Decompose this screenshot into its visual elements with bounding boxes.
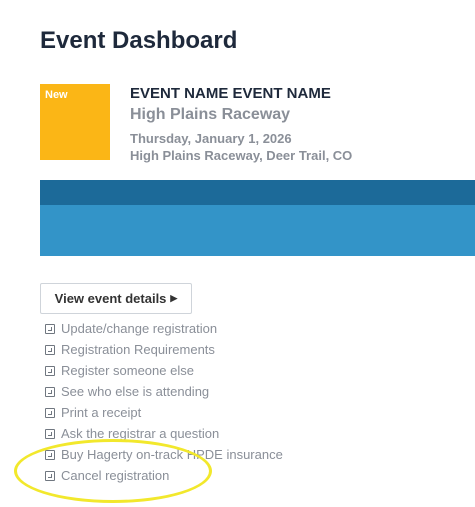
banner-top-stripe <box>40 180 475 205</box>
event-info: EVENT NAME EVENT NAME High Plains Racewa… <box>130 85 475 164</box>
external-link-icon <box>45 344 55 355</box>
caret-right-icon: ▶ <box>170 293 178 303</box>
link-label: Register someone else <box>61 363 194 378</box>
link-registration-requirements[interactable]: Registration Requirements <box>45 339 283 360</box>
link-label: Print a receipt <box>61 405 142 420</box>
external-link-icon <box>45 449 55 460</box>
link-ask-registrar[interactable]: Ask the registrar a question <box>45 423 283 444</box>
page-title: Event Dashboard <box>40 27 238 54</box>
new-badge: New <box>45 89 68 101</box>
link-label: Ask the registrar a question <box>61 426 220 441</box>
event-banner <box>40 180 475 256</box>
external-link-icon <box>45 386 55 397</box>
external-link-icon <box>45 428 55 439</box>
link-label: See who else is attending <box>61 384 210 399</box>
link-buy-insurance[interactable]: Buy Hagerty on-track HPDE insurance <box>45 444 283 465</box>
external-link-icon <box>45 365 55 376</box>
link-cancel-registration[interactable]: Cancel registration <box>45 465 283 486</box>
external-link-icon <box>45 407 55 418</box>
link-label: Cancel registration <box>61 468 170 483</box>
view-event-details-label: View event details <box>54 291 167 306</box>
event-date: Thursday, January 1, 2026 <box>130 131 292 146</box>
event-card: New EVENT NAME EVENT NAME High Plains Ra… <box>40 84 475 163</box>
link-label: Registration Requirements <box>61 342 215 357</box>
event-location: High Plains Raceway, Deer Trail, CO <box>130 148 353 163</box>
link-see-attendees[interactable]: See who else is attending <box>45 381 283 402</box>
event-name: EVENT NAME EVENT NAME <box>130 85 331 102</box>
event-venue: High Plains Raceway <box>130 106 291 123</box>
link-label: Buy Hagerty on-track HPDE insurance <box>61 447 283 462</box>
view-event-details-button[interactable]: View event details ▶ <box>40 283 192 314</box>
link-update-registration[interactable]: Update/change registration <box>45 318 283 339</box>
event-thumbnail[interactable]: New <box>40 84 110 160</box>
link-register-someone-else[interactable]: Register someone else <box>45 360 283 381</box>
action-links-list: Update/change registration Registration … <box>45 318 283 486</box>
external-link-icon <box>45 323 55 334</box>
external-link-icon <box>45 470 55 481</box>
banner-bottom-stripe <box>40 205 475 256</box>
link-label: Update/change registration <box>61 321 218 336</box>
link-print-receipt[interactable]: Print a receipt <box>45 402 283 423</box>
